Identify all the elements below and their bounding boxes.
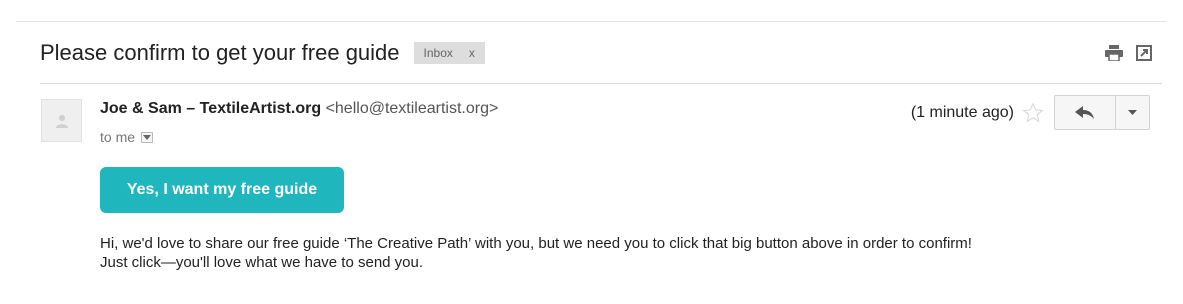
subject-row: Please confirm to get your free guide In… bbox=[40, 36, 485, 70]
sender-line: Joe & Sam – TextileArtist.org <hello@tex… bbox=[100, 100, 498, 118]
top-divider bbox=[16, 21, 1167, 22]
message-body: Hi, we'd love to share our free guide ‘T… bbox=[100, 234, 1150, 272]
chevron-down-icon bbox=[143, 134, 152, 140]
star-icon[interactable] bbox=[1022, 101, 1044, 124]
avatar bbox=[41, 99, 82, 142]
body-line-1: Hi, we'd love to share our free guide ‘T… bbox=[100, 235, 972, 252]
reply-button[interactable] bbox=[1054, 95, 1116, 130]
person-icon bbox=[55, 114, 68, 128]
inbox-label-text: Inbox bbox=[423, 46, 453, 60]
new-window-icon[interactable] bbox=[1135, 44, 1153, 62]
chevron-down-icon bbox=[1128, 110, 1137, 115]
print-icon[interactable] bbox=[1105, 44, 1123, 62]
message-time: (1 minute ago) bbox=[910, 103, 1014, 121]
confirm-guide-button[interactable]: Yes, I want my free guide bbox=[100, 167, 344, 213]
reply-icon bbox=[1075, 105, 1094, 119]
remove-label-button[interactable]: x bbox=[469, 42, 475, 64]
inbox-label-chip[interactable]: Inbox x bbox=[413, 42, 485, 64]
email-subject: Please confirm to get your free guide bbox=[40, 40, 400, 65]
recipient-line: to me bbox=[100, 129, 154, 145]
show-details-button[interactable] bbox=[141, 131, 154, 143]
sender-name[interactable]: Joe & Sam – TextileArtist.org bbox=[100, 100, 321, 117]
more-options-button[interactable] bbox=[1116, 95, 1150, 130]
recipient-text: to me bbox=[100, 129, 136, 145]
email-view: Please confirm to get your free guide In… bbox=[0, 0, 1183, 304]
thread-actions bbox=[1105, 44, 1153, 62]
message-actions: (1 minute ago) bbox=[911, 94, 1150, 131]
body-line-2: Just click—you'll love what we have to s… bbox=[100, 254, 424, 271]
sender-email: <hello@textileartist.org> bbox=[325, 100, 499, 117]
subject-divider bbox=[40, 83, 1162, 84]
